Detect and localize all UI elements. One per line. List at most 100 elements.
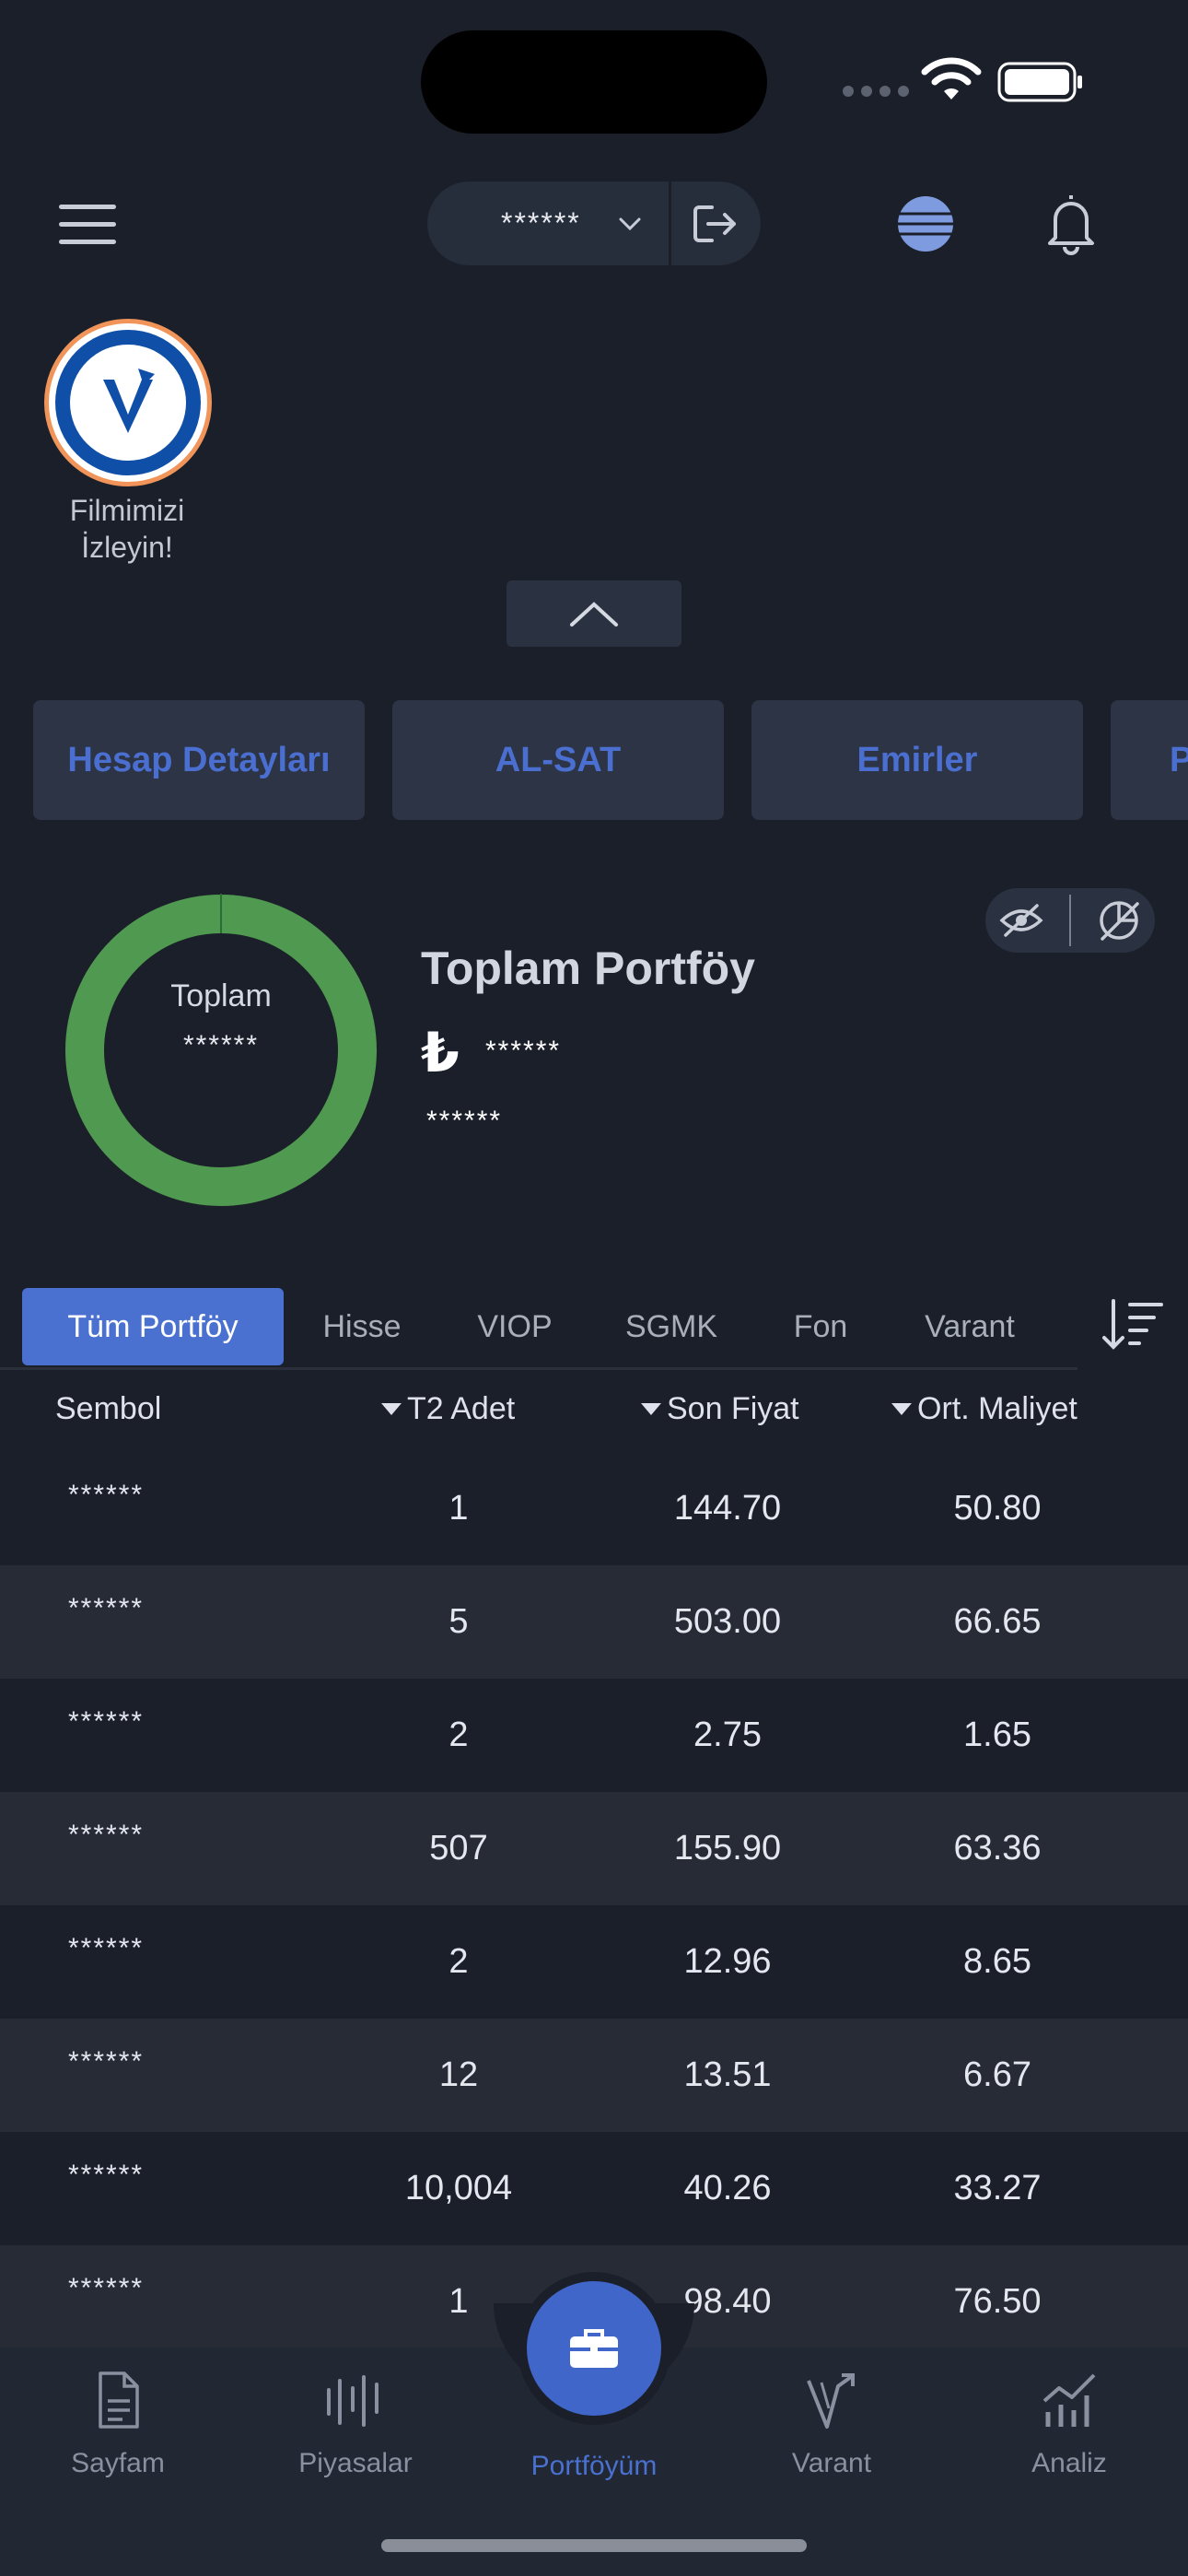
t2-quantity-cell: 507 [429,1829,488,1868]
tab-stocks[interactable]: Hisse [302,1288,422,1365]
table-row[interactable]: ****** 12 13.51 6.67 [0,2019,1188,2132]
symbol-cell: ****** [68,1480,145,1510]
sort-icon[interactable] [1101,1297,1165,1352]
nav-item-piyasalar[interactable]: Piyasalar [263,2368,448,2479]
nav-item-portfoyum[interactable]: Portföyüm [502,2451,686,2482]
account-masked-text: ****** [501,206,581,240]
avg-cost-cell: 8.65 [963,1942,1031,1981]
account-details-button[interactable]: Hesap Detayları [33,700,365,820]
tab-fund[interactable]: Fon [761,1288,880,1365]
toggle-separator [1068,895,1071,946]
nav-item-varant[interactable]: Varant [740,2368,924,2479]
tab-all-portfolio[interactable]: Tüm Portföy [22,1288,284,1365]
last-price-cell: 2.75 [693,1715,762,1754]
last-price-cell: 12.96 [683,1942,772,1981]
table-row[interactable]: ****** 507 155.90 63.36 [0,1792,1188,1905]
hamburger-menu-button[interactable] [59,205,116,247]
currency-sign: ₺ [421,1022,460,1083]
markets-icon [327,2375,379,2427]
nav-label: Analiz [1031,2448,1107,2478]
account-selector: ****** [427,181,761,265]
dynamic-island [421,30,767,134]
avg-cost-cell: 6.67 [963,2055,1031,2094]
chevron-down-icon [619,217,641,230]
avg-cost-cell: 50.80 [953,1489,1042,1528]
column-header-symbol[interactable]: Sembol [55,1391,161,1427]
portfolio-total-value: ****** [485,1036,562,1066]
column-header-last-price[interactable]: Son Fiyat [641,1391,799,1427]
more-quick-button[interactable]: P [1111,700,1188,820]
chart-off-icon [1099,901,1139,941]
eye-off-icon [999,904,1043,937]
brand-logo-icon [103,369,155,433]
nav-item-sayfam[interactable]: Sayfam [26,2368,210,2479]
t2-quantity-cell: 2 [448,1942,469,1981]
avg-cost-cell: 1.65 [963,1715,1031,1754]
home-indicator [381,2539,807,2552]
t2-quantity-cell: 10,004 [404,2169,513,2207]
table-row[interactable]: ****** 2 12.96 8.65 [0,1905,1188,2019]
portfolio-title: Toplam Portföy [421,943,755,994]
table-row[interactable]: ****** 2 2.75 1.65 [0,1679,1188,1792]
buy-sell-button[interactable]: AL-SAT [392,700,724,820]
wifi-icon [921,57,982,100]
avg-cost-cell: 63.36 [953,1829,1042,1868]
story-label: Filmimizi İzleyin! [69,494,185,564]
table-header: Sembol T2 Adet Son Fiyat Ort. Maliyet [0,1373,1188,1450]
donut-center-value: ****** [182,1030,260,1060]
sort-triangle-icon [381,1403,402,1415]
table-row[interactable]: ****** 10,004 40.26 33.27 [0,2132,1188,2245]
donut-center-label: Toplam [170,978,272,1013]
sort-triangle-icon [641,1403,661,1415]
warrant-icon [807,2373,855,2429]
symbol-cell: ****** [68,1593,145,1623]
briefcase-icon [570,2329,618,2368]
table-row[interactable]: ****** 1 144.70 50.80 [0,1452,1188,1565]
portfolio-fab-button[interactable] [527,2281,661,2416]
logout-icon [693,205,736,242]
visibility-toggle-group [985,888,1155,953]
language-globe-icon[interactable] [895,193,956,254]
column-header-t2-quantity[interactable]: T2 Adet [381,1391,515,1427]
nav-label: Portföyüm [530,2451,658,2481]
story-avatar-button[interactable] [44,319,212,486]
last-price-cell: 155.90 [673,1829,782,1868]
column-header-avg-cost[interactable]: Ort. Maliyet [891,1391,1077,1427]
tab-warrant[interactable]: Varant [899,1288,1041,1365]
symbol-cell: ****** [68,1933,145,1963]
symbol-cell: ****** [68,2273,145,2303]
table-row[interactable]: ****** 5 503.00 66.65 [0,1565,1188,1679]
tab-sgmk[interactable]: SGMK [611,1288,731,1365]
avg-cost-cell: 33.27 [953,2169,1042,2207]
portfolio-tabs: Tüm Portföy Hisse VIOP SGMK Fon Varant [0,1288,1077,1367]
t2-quantity-cell: 2 [448,1715,469,1754]
collapse-button[interactable] [507,580,681,647]
avg-cost-cell: 76.50 [953,2282,1042,2321]
nav-item-analiz[interactable]: Analiz [977,2368,1161,2479]
symbol-cell: ****** [68,2046,145,2077]
last-price-cell: 40.26 [683,2169,772,2207]
hide-chart-button[interactable] [1094,896,1144,945]
nav-label: Piyasalar [298,2448,413,2478]
symbol-cell: ****** [68,1820,145,1850]
t2-quantity-cell: 1 [448,1489,469,1528]
symbol-cell: ****** [68,1706,145,1737]
account-dropdown[interactable]: ****** [427,181,669,265]
nav-label: Varant [791,2448,872,2478]
sort-triangle-icon [891,1403,912,1415]
hide-values-button[interactable] [996,896,1046,945]
tab-viop[interactable]: VIOP [455,1288,575,1365]
chevron-up-icon [570,602,618,626]
analytics-icon [1042,2373,1096,2427]
avg-cost-cell: 66.65 [953,1602,1042,1641]
notification-bell-icon[interactable] [1042,190,1100,256]
last-price-cell: 13.51 [683,2055,772,2094]
last-price-cell: 503.00 [673,1602,782,1641]
nav-label: Sayfam [71,2448,165,2478]
symbol-cell: ****** [68,2160,145,2190]
t2-quantity-cell: 5 [448,1602,469,1641]
orders-button[interactable]: Emirler [751,700,1083,820]
cellular-signal-icon [843,86,909,97]
logout-button[interactable] [671,181,760,265]
last-price-cell: 144.70 [673,1489,782,1528]
